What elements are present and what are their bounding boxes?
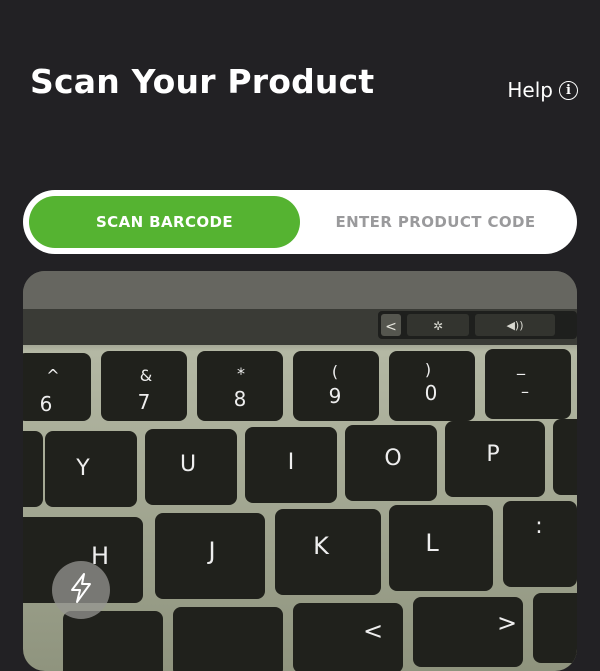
keyboard-row-yuiop: Y U I O P: [23, 419, 577, 507]
key-label: 6: [40, 392, 53, 416]
key-label: 9: [329, 384, 342, 408]
key-label: U: [180, 452, 196, 477]
key-label: >: [497, 609, 517, 637]
keyboard-number-row: ^ 6 & 7 * 8 ( 9 ) 0 _ –: [23, 349, 571, 421]
key-label: 7: [138, 390, 151, 414]
key-label: L: [425, 529, 439, 557]
key-label: O: [384, 446, 401, 471]
touchbar-key: <: [385, 319, 397, 335]
help-label: Help: [507, 78, 553, 102]
lightning-icon: [67, 572, 95, 608]
key-label: 8: [234, 387, 247, 411]
key-shift-label: _: [516, 356, 526, 376]
help-button[interactable]: Help i: [507, 78, 578, 102]
key-label: :: [535, 514, 542, 539]
key-shift-label: &: [140, 366, 152, 385]
camera-viewfinder: < ✲ ◀)) ^ 6 & 7 * 8 ( 9 ) 0 _ – Y U I O …: [23, 271, 577, 671]
key-label: Y: [75, 456, 90, 481]
tab-scan-barcode[interactable]: SCAN BARCODE: [29, 196, 300, 248]
tab-enter-product-code[interactable]: ENTER PRODUCT CODE: [300, 196, 571, 248]
key-label: –: [521, 382, 529, 401]
flash-toggle-button[interactable]: [52, 561, 110, 619]
page-title: Scan Your Product: [30, 62, 375, 101]
touchbar-key: ✲: [433, 319, 443, 333]
key-shift-label: ^: [46, 366, 59, 385]
scan-mode-toggle: SCAN BARCODE ENTER PRODUCT CODE: [23, 190, 577, 254]
key-shift-label: *: [237, 364, 245, 383]
key-label: I: [288, 450, 295, 475]
key-shift-label: ): [425, 360, 431, 379]
laptop-bezel: [23, 271, 577, 309]
info-icon: i: [559, 80, 578, 100]
key-label: K: [313, 532, 330, 560]
key-label: <: [363, 617, 383, 645]
key-label: 0: [425, 381, 438, 405]
key-label: P: [486, 442, 499, 467]
key-label: J: [206, 537, 215, 565]
key-shift-label: (: [332, 362, 338, 381]
touchbar-key: ◀)): [506, 319, 523, 332]
